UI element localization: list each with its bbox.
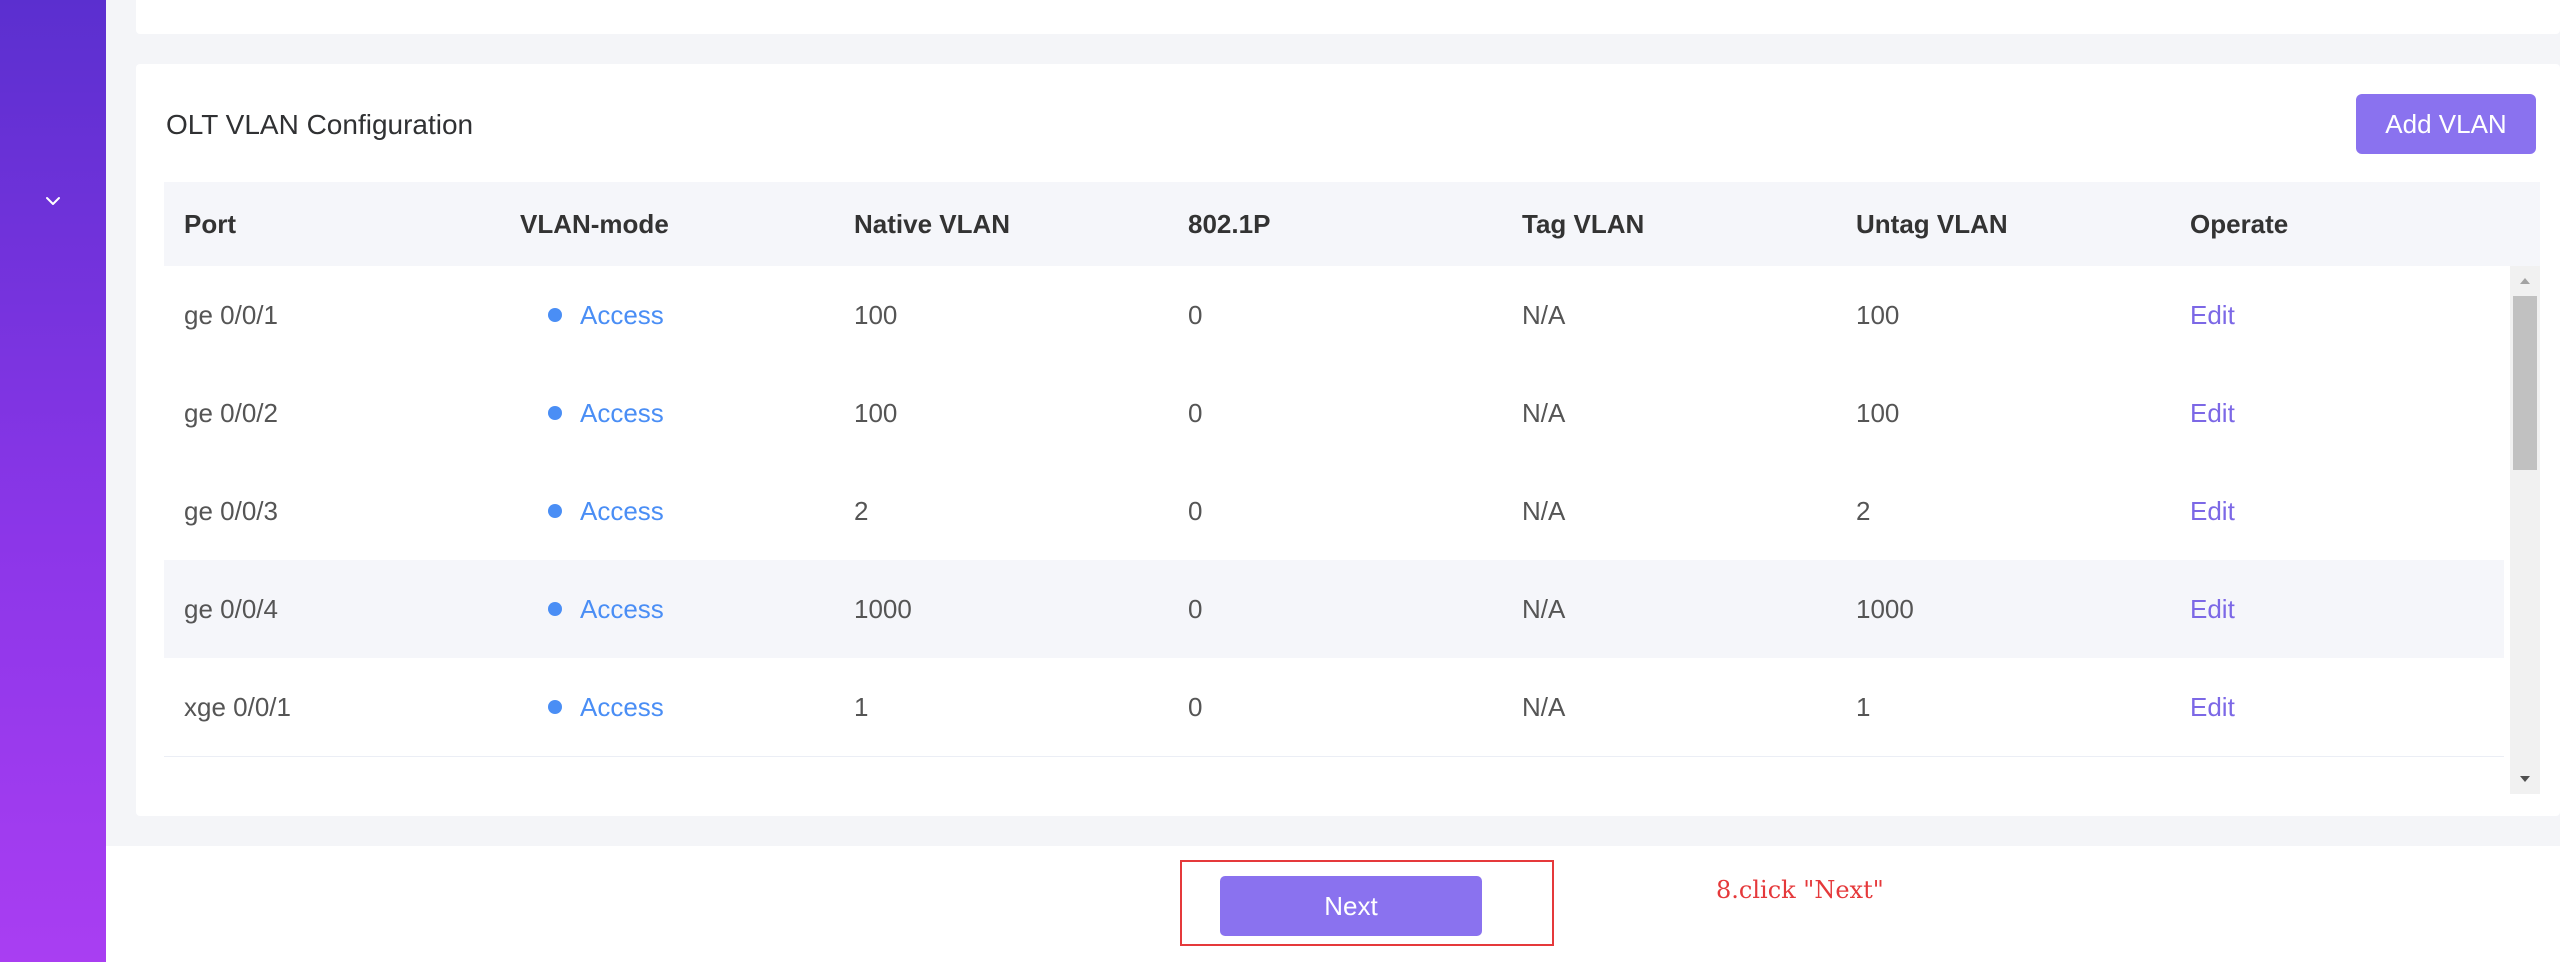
port-cell: ge 0/0/2	[184, 398, 278, 428]
edit-link[interactable]: Edit	[2190, 658, 2235, 756]
port-cell: ge 0/0/3	[184, 496, 278, 526]
add-vlan-button[interactable]: Add VLAN	[2356, 94, 2536, 154]
status-dot-icon	[548, 504, 562, 519]
tag-vlan-cell: N/A	[1522, 398, 1566, 428]
native-vlan-cell: 100	[854, 300, 898, 330]
port-cell: ge 0/0/4	[184, 594, 278, 624]
native-vlan-cell: 100	[854, 398, 898, 428]
column-header-native-vlan: Native VLAN	[854, 209, 1011, 239]
tag-vlan-cell: N/A	[1522, 300, 1566, 330]
scroll-down-arrow-icon[interactable]	[2510, 764, 2540, 794]
untag-vlan-cell: 2	[1856, 496, 1871, 526]
status-dot-icon	[548, 308, 562, 323]
vlan-mode-cell: Access	[548, 266, 664, 364]
table-row: ge 0/0/3 Access 2 0 N/A 2 Edit	[164, 462, 2504, 561]
table-header: Port VLAN-mode Native VLAN 802.1P Tag VL…	[164, 182, 2540, 266]
table-row: ge 0/0/2 Access 100 0 N/A 100 Edit	[164, 364, 2504, 463]
chevron-down-icon[interactable]	[44, 192, 62, 210]
scroll-up-arrow-icon[interactable]	[2510, 266, 2540, 296]
vlan-mode-label: Access	[580, 300, 664, 330]
edit-link[interactable]: Edit	[2190, 266, 2235, 364]
8021p-cell: 0	[1188, 300, 1203, 330]
vlan-mode-label: Access	[580, 496, 664, 526]
port-cell: ge 0/0/1	[184, 300, 278, 330]
port-cell: xge 0/0/1	[184, 692, 291, 722]
vlan-mode-label: Access	[580, 398, 664, 428]
sidebar	[0, 0, 106, 962]
8021p-cell: 0	[1188, 398, 1203, 428]
8021p-cell: 0	[1188, 692, 1203, 722]
instruction-annotation: 8.click "Next"	[1716, 876, 1884, 904]
scrollbar-thumb[interactable]	[2513, 296, 2537, 470]
tag-vlan-cell: N/A	[1522, 496, 1566, 526]
column-header-8021p: 802.1P	[1188, 209, 1271, 239]
status-dot-icon	[548, 406, 562, 421]
8021p-cell: 0	[1188, 594, 1203, 624]
column-header-vlan-mode: VLAN-mode	[520, 209, 669, 239]
column-header-port: Port	[184, 209, 236, 239]
column-header-tag-vlan: Tag VLAN	[1522, 209, 1645, 239]
vlan-mode-label: Access	[580, 692, 664, 722]
edit-link[interactable]: Edit	[2190, 364, 2235, 462]
table-row: ge 0/0/4 Access 1000 0 N/A 1000 Edit	[164, 560, 2504, 659]
table-row-partial	[164, 756, 2504, 794]
olt-vlan-configuration-card: OLT VLAN Configuration Add VLAN Port VLA…	[136, 64, 2560, 816]
table-row: xge 0/0/1 Access 1 0 N/A 1 Edit	[164, 658, 2504, 757]
vlan-mode-cell: Access	[548, 658, 664, 756]
status-dot-icon	[548, 700, 562, 715]
table-body: ge 0/0/1 Access 100 0 N/A 100 Edit ge 0/…	[164, 266, 2504, 794]
table-scrollbar[interactable]	[2510, 266, 2540, 794]
table-row: ge 0/0/1 Access 100 0 N/A 100 Edit	[164, 266, 2504, 365]
8021p-cell: 0	[1188, 496, 1203, 526]
vlan-mode-cell: Access	[548, 560, 664, 658]
edit-link[interactable]: Edit	[2190, 560, 2235, 658]
column-header-operate: Operate	[2190, 209, 2289, 239]
vlan-table: Port VLAN-mode Native VLAN 802.1P Tag VL…	[164, 182, 2540, 794]
tag-vlan-cell: N/A	[1522, 594, 1566, 624]
native-vlan-cell: 1	[854, 692, 869, 722]
vlan-mode-label: Access	[580, 594, 664, 624]
untag-vlan-cell: 100	[1856, 300, 1900, 330]
edit-link[interactable]: Edit	[2190, 462, 2235, 560]
untag-vlan-cell: 1000	[1856, 594, 1914, 624]
native-vlan-cell: 1000	[854, 594, 912, 624]
tag-vlan-cell: N/A	[1522, 692, 1566, 722]
native-vlan-cell: 2	[854, 496, 869, 526]
status-dot-icon	[548, 602, 562, 617]
untag-vlan-cell: 100	[1856, 398, 1900, 428]
vlan-mode-cell: Access	[548, 364, 664, 462]
next-button[interactable]: Next	[1220, 876, 1482, 936]
card-title: OLT VLAN Configuration	[166, 109, 474, 140]
column-header-untag-vlan: Untag VLAN	[1856, 209, 2008, 239]
untag-vlan-cell: 1	[1856, 692, 1871, 722]
previous-section-card	[136, 0, 2560, 34]
vlan-mode-cell: Access	[548, 462, 664, 560]
